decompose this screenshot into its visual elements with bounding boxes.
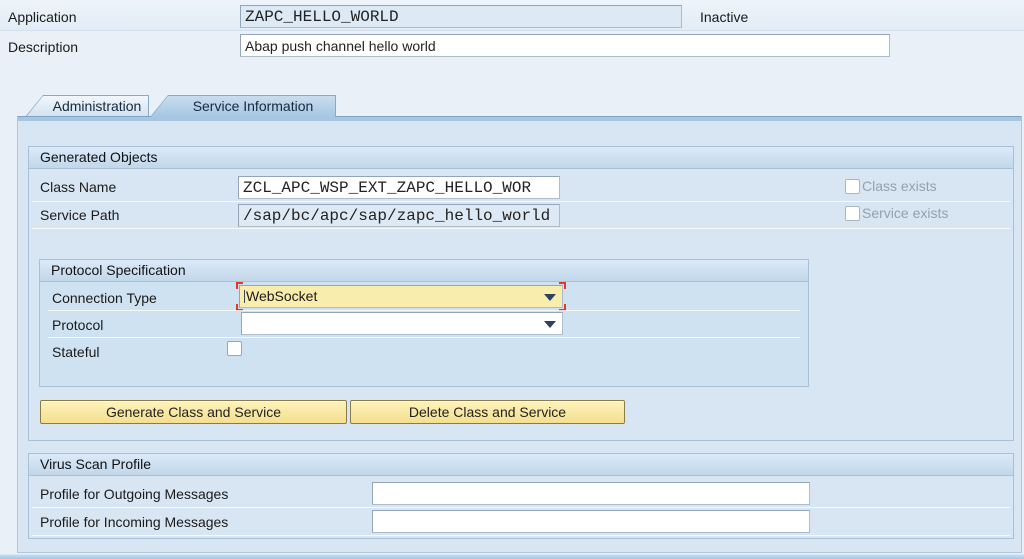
panel-top-band <box>18 117 1021 121</box>
row-divider <box>32 201 1010 202</box>
connection-type-focus: WebSocket <box>236 282 566 311</box>
delete-class-and-service-button[interactable]: Delete Class and Service <box>350 400 625 424</box>
row-divider <box>32 507 1010 508</box>
protocol-specification-group: Protocol Specification Connection Type W… <box>39 259 809 387</box>
generate-class-and-service-button[interactable]: Generate Class and Service <box>40 400 347 424</box>
description-field[interactable] <box>240 34 890 57</box>
protocol-specification-title: Protocol Specification <box>40 260 808 282</box>
class-name-label: Class Name <box>40 179 117 195</box>
class-exists-label: Class exists <box>862 178 937 194</box>
virus-scan-profile-title: Virus Scan Profile <box>29 454 1013 476</box>
chevron-down-icon <box>544 321 556 328</box>
tab-administration[interactable]: Administration <box>25 95 149 117</box>
connection-type-dropdown[interactable]: WebSocket <box>239 285 563 308</box>
row-divider <box>32 535 1010 536</box>
status-text: Inactive <box>700 9 749 25</box>
row-divider <box>48 310 800 311</box>
generated-objects-group: Generated Objects Class Name Service Pat… <box>28 146 1014 441</box>
generated-objects-title: Generated Objects <box>29 147 1013 169</box>
focus-corner <box>559 282 566 289</box>
stateful-checkbox[interactable] <box>227 341 242 356</box>
protocol-dropdown[interactable] <box>241 312 563 335</box>
service-path-field <box>238 204 560 227</box>
profile-outgoing-label: Profile for Outgoing Messages <box>40 486 229 502</box>
service-path-label: Service Path <box>40 207 120 223</box>
tab-administration-label: Administration <box>52 98 142 114</box>
protocol-label: Protocol <box>52 317 104 333</box>
description-label: Description <box>8 39 79 55</box>
profile-outgoing-field[interactable] <box>372 482 810 505</box>
profile-incoming-label: Profile for Incoming Messages <box>40 514 229 530</box>
service-information-panel: Generated Objects Class Name Service Pat… <box>17 116 1022 553</box>
application-label: Application <box>8 9 77 25</box>
row-divider <box>48 337 800 338</box>
bottom-splitter-band <box>0 554 1024 559</box>
connection-type-value: WebSocket <box>246 288 318 304</box>
tab-service-information-label: Service Information <box>192 98 314 114</box>
service-exists-label: Service exists <box>862 205 949 221</box>
row-divider <box>32 228 1010 229</box>
stateful-label: Stateful <box>52 344 100 360</box>
application-field <box>240 5 682 28</box>
connection-type-label: Connection Type <box>52 290 157 306</box>
focus-corner <box>236 282 243 289</box>
service-exists-checkbox <box>845 206 860 221</box>
class-name-field[interactable] <box>238 176 560 199</box>
virus-scan-profile-group: Virus Scan Profile Profile for Outgoing … <box>28 453 1014 539</box>
chevron-down-icon <box>544 294 556 301</box>
text-caret <box>244 290 245 303</box>
tab-service-information[interactable]: Service Information <box>150 95 336 117</box>
class-exists-checkbox <box>845 179 860 194</box>
profile-incoming-field[interactable] <box>372 510 810 533</box>
